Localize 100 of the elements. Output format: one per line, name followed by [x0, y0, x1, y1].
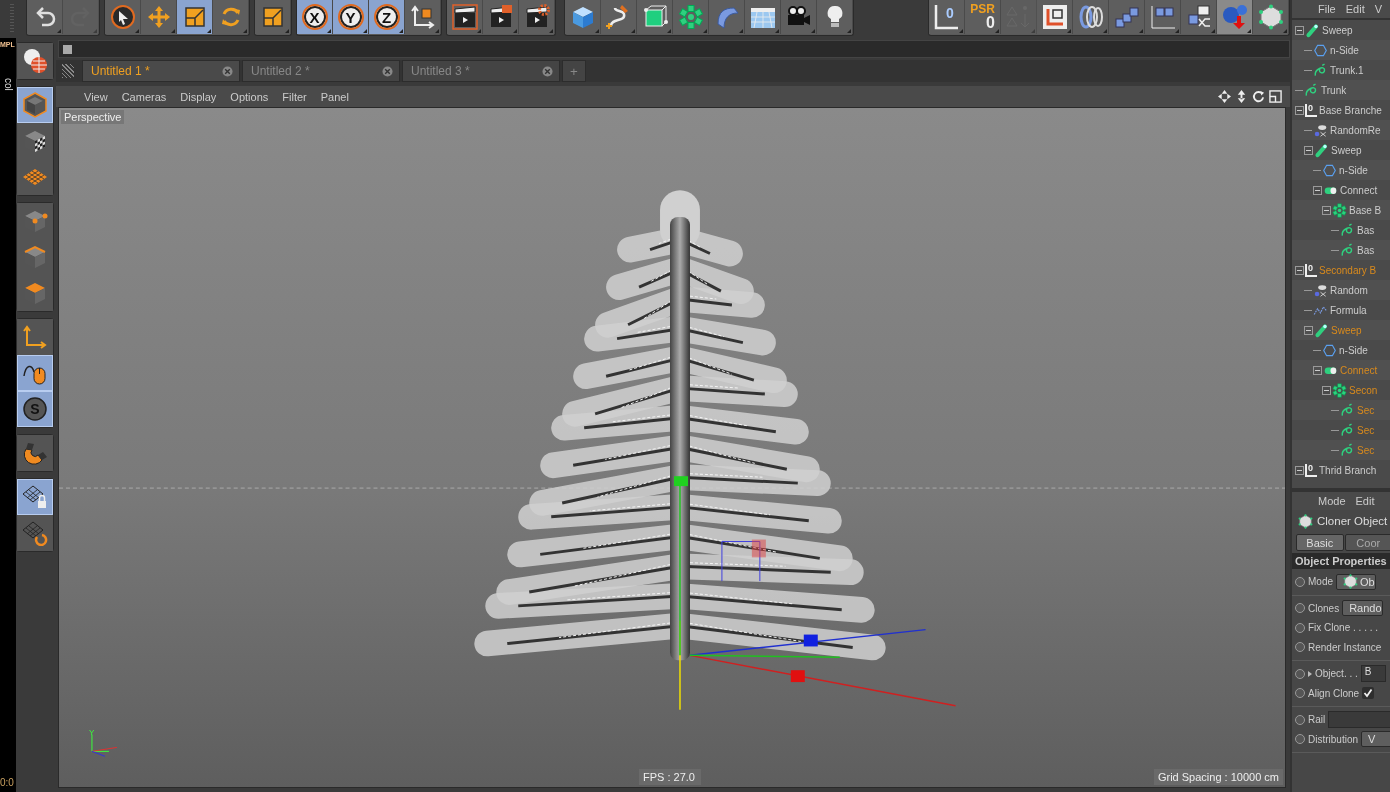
camera-button[interactable]	[781, 0, 817, 34]
move-arrows-icon[interactable]	[1218, 90, 1231, 103]
object-name[interactable]: Bas	[1356, 224, 1375, 236]
menu-item[interactable]: Panel	[320, 90, 349, 103]
menu-item[interactable]: File	[1318, 3, 1336, 15]
null-button[interactable]: 0	[929, 0, 965, 34]
animation-radio[interactable]	[1295, 622, 1305, 633]
clapperboard-button[interactable]	[447, 0, 483, 34]
axes-cube-button[interactable]	[405, 0, 441, 34]
collapse-toggle[interactable]	[1322, 205, 1331, 215]
close-icon[interactable]	[542, 65, 553, 77]
rotate-icon[interactable]	[1252, 90, 1265, 103]
mouse-button[interactable]	[17, 355, 53, 391]
panel-toggle[interactable]	[63, 44, 72, 54]
collapse-toggle[interactable]	[1304, 325, 1313, 335]
animation-radio[interactable]	[1295, 576, 1305, 587]
link-field[interactable]	[1328, 711, 1390, 729]
collapse-toggle[interactable]	[1322, 385, 1331, 395]
menu-item[interactable]: Cameras	[121, 90, 167, 103]
object-name[interactable]: Thrid Branch	[1318, 464, 1377, 476]
object-name[interactable]: Sec	[1356, 404, 1375, 416]
object-name[interactable]: n-Side	[1338, 164, 1368, 176]
rotate-button[interactable]	[213, 0, 249, 34]
object-name[interactable]: Trunk.1	[1329, 64, 1364, 76]
stacked-cubes-button[interactable]	[1109, 0, 1145, 34]
new-tab-button[interactable]: +	[562, 60, 586, 82]
cube-points-button[interactable]	[17, 203, 53, 239]
shuffle-cubes-button[interactable]	[1181, 0, 1217, 34]
menu-item[interactable]: Options	[230, 90, 269, 103]
axis-lock-button[interactable]: X	[297, 0, 333, 34]
undo-button[interactable]	[27, 0, 63, 34]
collapse-toggle[interactable]	[1304, 145, 1313, 155]
object-name[interactable]: Bas	[1356, 244, 1375, 256]
collapse-toggle[interactable]	[1295, 265, 1304, 275]
animation-radio[interactable]	[1295, 734, 1305, 745]
menu-item[interactable]: View	[84, 90, 108, 103]
clapperboard-gear-button[interactable]	[519, 0, 555, 34]
3d-viewport[interactable]: Perspective Y FPS : 27.0 Grid Spacing : 10000 cm	[58, 107, 1286, 788]
collapse-toggle[interactable]	[1295, 105, 1304, 115]
object-name[interactable]: Secondary B	[1318, 264, 1377, 276]
object-name[interactable]: Sweep	[1330, 324, 1362, 336]
object-name[interactable]: Sec	[1356, 444, 1375, 456]
object-name[interactable]: Trunk	[1320, 84, 1347, 96]
cage-cube-button[interactable]	[637, 0, 673, 34]
object-name[interactable]: n-Side	[1329, 44, 1359, 56]
cube-chart-button[interactable]	[1145, 0, 1181, 34]
animation-radio[interactable]	[1295, 642, 1305, 653]
dropdown[interactable]: V	[1361, 731, 1390, 748]
cube-button[interactable]	[17, 87, 53, 123]
menu-item[interactable]: Filter	[282, 90, 307, 103]
collapse-toggle[interactable]	[1313, 365, 1322, 375]
object-name[interactable]: Connect	[1339, 184, 1378, 196]
axis-lock-button[interactable]: Y	[333, 0, 369, 34]
psr-button[interactable]: PSR 0	[965, 0, 1001, 34]
frame-button[interactable]	[1037, 0, 1073, 34]
close-icon[interactable]	[382, 65, 393, 77]
tiled-cube-button[interactable]	[17, 123, 53, 159]
object-name[interactable]: Formula	[1329, 304, 1367, 316]
up-down-arrow-icon[interactable]	[1235, 90, 1248, 103]
cube-button[interactable]	[565, 0, 601, 34]
cursor-button[interactable]	[105, 0, 141, 34]
grid-rotate-button[interactable]	[17, 515, 53, 551]
globe-button[interactable]	[17, 43, 53, 79]
link-field[interactable]: B	[1360, 665, 1386, 683]
menu-item[interactable]: V	[1374, 3, 1383, 15]
cube-face-button[interactable]	[17, 275, 53, 311]
clapperboard-button[interactable]	[483, 0, 519, 34]
menu-item[interactable]: Mode	[1318, 495, 1346, 507]
attribute-tab[interactable]: Basic	[1296, 534, 1344, 551]
animation-radio[interactable]	[1295, 668, 1305, 679]
dropdown[interactable]: Rando	[1342, 600, 1383, 617]
scale-button[interactable]	[177, 0, 213, 34]
collapse-toggle[interactable]	[1295, 465, 1304, 475]
menu-item[interactable]: Edit	[1345, 3, 1365, 15]
object-name[interactable]: Sec	[1356, 424, 1375, 436]
object-name[interactable]: Sweep	[1330, 144, 1362, 156]
rings-button[interactable]	[1073, 0, 1109, 34]
grip-handle[interactable]	[62, 64, 74, 78]
dropdown[interactable]: Ob	[1336, 573, 1376, 590]
maximize-icon[interactable]	[1269, 90, 1282, 103]
menu-item[interactable]: Display	[180, 90, 217, 103]
object-name[interactable]: n-Side	[1338, 344, 1368, 356]
move-arrows-button[interactable]	[141, 0, 177, 34]
document-tab[interactable]: Untitled 3 *	[402, 60, 560, 82]
checkbox[interactable]	[1362, 687, 1375, 700]
expand-triangle-icon[interactable]	[1308, 670, 1312, 677]
attribute-tab[interactable]: Coor	[1344, 534, 1390, 551]
bent-shape-button[interactable]	[709, 0, 745, 34]
document-tab[interactable]: Untitled 2 *	[242, 60, 400, 82]
polyhedron-button[interactable]	[1253, 0, 1289, 34]
object-name[interactable]: Sweep	[1321, 24, 1353, 36]
cube-ring-button[interactable]	[673, 0, 709, 34]
scale-button[interactable]	[255, 0, 291, 34]
document-tab[interactable]: Untitled 1 *	[82, 60, 240, 82]
magnet-button[interactable]	[17, 435, 53, 471]
menu-item[interactable]: Edit	[1355, 495, 1375, 507]
object-name[interactable]: Secon	[1348, 384, 1378, 396]
animation-radio[interactable]	[1295, 603, 1305, 614]
grid-lock-button[interactable]	[17, 479, 53, 515]
axis-lock-button[interactable]: Z	[369, 0, 405, 34]
